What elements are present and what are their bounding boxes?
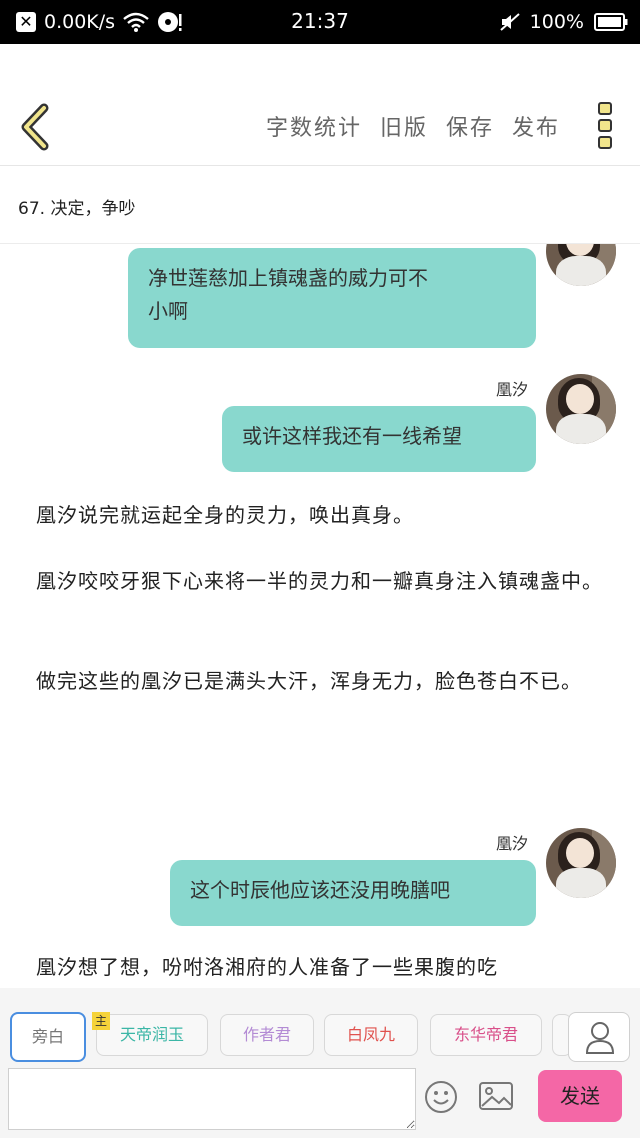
message-text: 这个时辰他应该还没用晚膳吧: [190, 878, 450, 902]
narration-text[interactable]: 做完这些的凰汐已是满头大汗，浑身无力，脸色苍白不已。: [36, 664, 606, 698]
message-input[interactable]: [8, 1068, 416, 1130]
message-text: 净世莲慈加上镇魂盏的威力可不: [148, 266, 428, 290]
word-count-button[interactable]: 字数统计: [266, 110, 362, 142]
role-author[interactable]: 作者君: [220, 1014, 314, 1056]
emoji-icon[interactable]: [424, 1080, 458, 1114]
profile-button[interactable]: [568, 1012, 630, 1062]
old-version-button[interactable]: 旧版: [380, 110, 428, 142]
battery-icon: [594, 13, 628, 31]
top-app-bar: 字数统计 旧版 保存 发布: [0, 44, 640, 166]
message-bubble[interactable]: 这个时辰他应该还没用晚膳吧: [170, 860, 536, 926]
speaker-name: 凰汐: [496, 834, 529, 853]
role-tiandi-runyu[interactable]: 天帝润玉: [96, 1014, 208, 1056]
role-narrator[interactable]: 旁白: [10, 1012, 86, 1062]
toolbar-actions: 字数统计 旧版 保存 发布: [266, 110, 560, 142]
chapter-title: 67. 决定，争吵: [18, 199, 136, 219]
avatar[interactable]: [546, 828, 616, 898]
message-bubble[interactable]: 或许这样我还有一线希望: [222, 406, 536, 472]
save-button[interactable]: 保存: [446, 110, 494, 142]
user-icon: [585, 1022, 615, 1054]
avatar[interactable]: [546, 244, 616, 286]
status-bar: ✕ 0.00K/s 21:37 100%: [0, 0, 640, 44]
send-button[interactable]: 发送: [538, 1070, 622, 1122]
message-bubble[interactable]: 净世莲慈加上镇魂盏的威力可不 小啊: [128, 248, 536, 348]
host-badge: 主: [92, 1012, 110, 1030]
more-menu-icon[interactable]: [596, 102, 614, 154]
avatar[interactable]: [546, 374, 616, 444]
speaker-name: 凰汐: [496, 380, 529, 399]
mute-icon: [500, 13, 520, 31]
narration-text[interactable]: 凰汐想了想，吩咐洛湘府的人准备了一些果腹的吃: [36, 950, 606, 984]
image-icon[interactable]: [478, 1080, 514, 1112]
battery-level: 100%: [529, 11, 584, 33]
chat-area[interactable]: 净世莲慈加上镇魂盏的威力可不 小啊 凰汐 或许这样我还有一线希望 凰汐说完就运起…: [0, 244, 640, 988]
role-donghua-dijun[interactable]: 东华帝君: [430, 1014, 542, 1056]
back-arrow-icon[interactable]: [14, 102, 54, 152]
chapter-header: 67. 决定，争吵: [0, 166, 640, 244]
message-text: 或许这样我还有一线希望: [242, 424, 462, 448]
narration-text[interactable]: 凰汐咬咬牙狠下心来将一半的灵力和一瓣真身注入镇魂盏中。: [36, 564, 606, 598]
message-text: 小啊: [148, 299, 188, 323]
publish-button[interactable]: 发布: [512, 110, 560, 142]
status-right: 100%: [500, 9, 628, 35]
role-bai-fengjiu[interactable]: 白凤九: [324, 1014, 418, 1056]
narration-text[interactable]: 凰汐说完就运起全身的灵力，唤出真身。: [36, 498, 606, 532]
